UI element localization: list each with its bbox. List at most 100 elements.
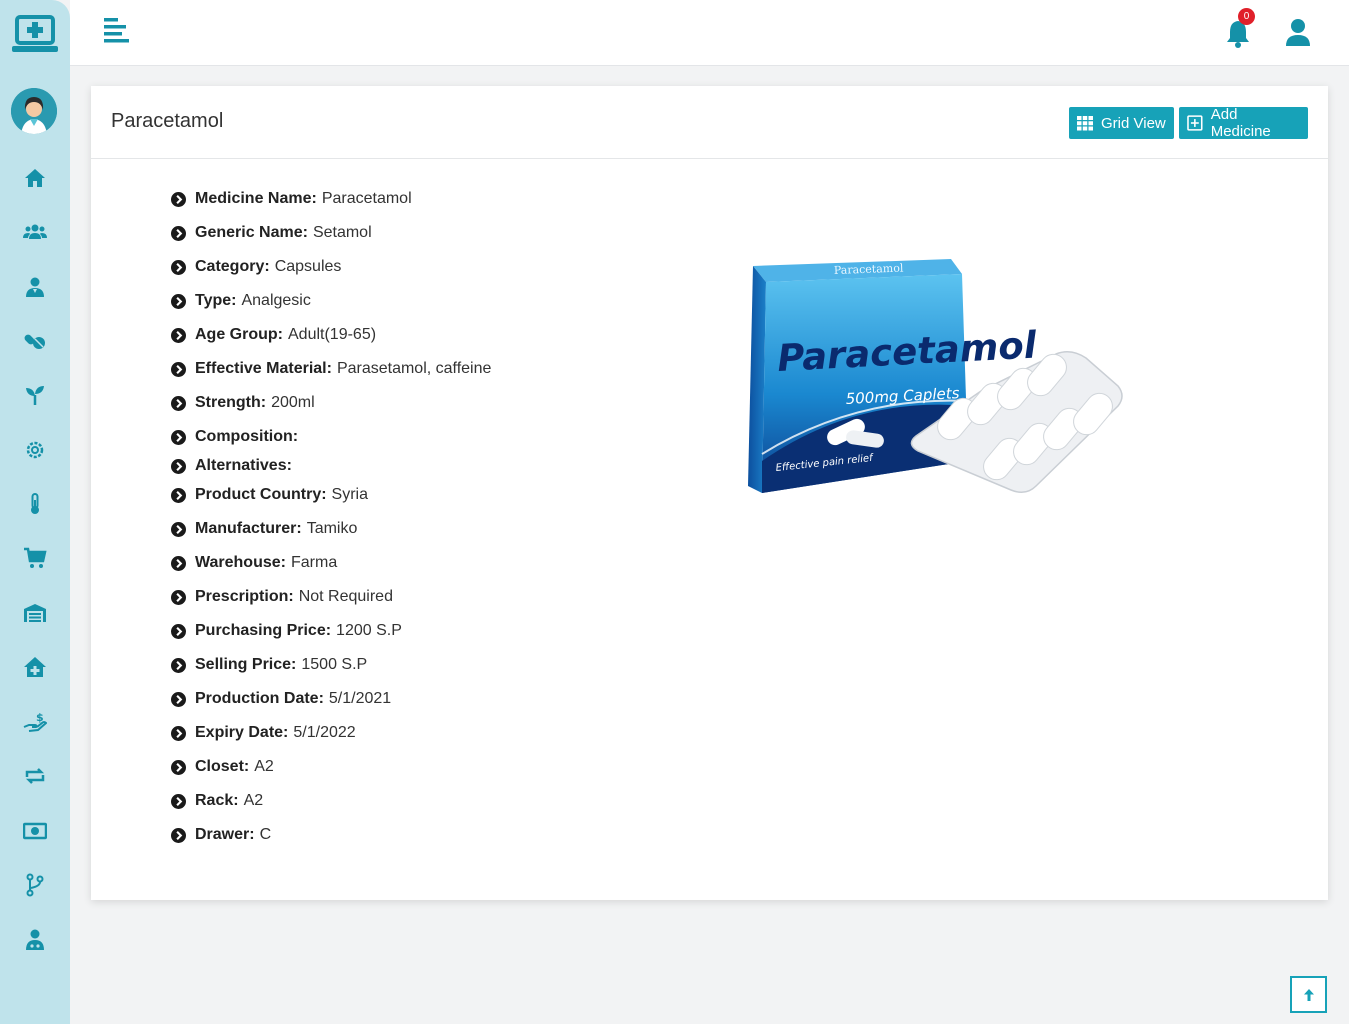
chevron-circle-right-icon [171,623,186,639]
card-header: Paracetamol Grid View Add Medicine [91,86,1328,159]
detail-value: Parasetamol, caffeine [336,360,492,377]
detail-label: Rack: [195,792,239,809]
chevron-circle-right-icon [171,725,186,741]
nav-pills[interactable] [18,324,52,358]
detail-value: A2 [254,758,274,775]
money-icon [23,822,47,840]
nav-exchange[interactable] [18,759,52,793]
pills-icon [24,334,45,349]
detail-row: Medicine Name: Paracetamol [171,190,412,208]
medicine-detail-card: Paracetamol Grid View Add Medicine Medic… [91,86,1328,900]
nav-payments[interactable]: $ [18,705,52,739]
chevron-circle-right-icon [171,225,186,241]
detail-row: Prescription: Not Required [171,588,393,606]
detail-label: Warehouse: [195,554,286,571]
arrow-up-icon [1303,988,1314,1001]
medicine-product-image: Paracetamol 500mg Caplets Effective pain… [748,259,1123,493]
detail-label: Drawer: [195,826,255,843]
detail-row: Selling Price: 1500 S.P [171,656,367,674]
detail-value: 200ml [271,394,315,411]
doctor-icon [26,277,44,297]
add-medicine-button[interactable]: Add Medicine [1179,106,1308,140]
detail-label: Product Country: [195,486,327,503]
detail-row: Generic Name: Setamol [171,224,372,242]
staff-icon [26,929,44,950]
detail-row: Production Date: 5/1/2021 [171,690,391,708]
chevron-circle-right-icon [171,429,186,445]
detail-label: Category: [195,258,270,275]
branch-icon [26,873,44,897]
detail-row: Drawer: C [171,826,271,844]
menu-toggle-icon[interactable] [104,18,132,44]
detail-value: Capsules [274,258,342,275]
nav-money[interactable] [18,814,52,848]
detail-value: Syria [331,486,368,503]
detail-label: Purchasing Price: [195,622,332,639]
detail-value: 1200 S.P [336,622,402,639]
nav-doctors[interactable] [18,270,52,304]
plus-square-icon [1187,115,1203,131]
exchange-icon [25,768,45,784]
detail-label: Alternatives: [195,457,292,474]
nav-herbal[interactable] [18,378,52,412]
detail-value: Tamiko [306,520,358,537]
nav-thermometer[interactable] [18,487,52,521]
chevron-circle-right-icon [171,657,186,673]
box-top-text: Paracetamol [834,262,904,277]
nav-staff[interactable] [18,923,52,957]
chevron-circle-right-icon [171,487,186,503]
detail-row: Effective Material: Parasetamol, caffeine [171,360,491,378]
nav-warehouse[interactable] [18,596,52,630]
detail-label: Composition: [195,428,299,445]
detail-value: C [259,826,272,843]
detail-row: Closet: A2 [171,758,274,776]
detail-label: Type: [195,292,237,309]
chevron-circle-right-icon [171,191,186,207]
grid-view-button[interactable]: Grid View [1069,107,1174,139]
nav-patients[interactable] [18,215,52,249]
chevron-circle-right-icon [171,793,186,809]
chevron-circle-right-icon [171,293,186,309]
detail-label: Closet: [195,758,250,775]
nav-cart[interactable] [18,541,52,575]
detail-row: Warehouse: Farma [171,554,337,572]
chevron-circle-right-icon [171,589,186,605]
chevron-circle-right-icon [171,691,186,707]
detail-label: Production Date: [195,690,324,707]
nav-home[interactable] [18,161,52,195]
notification-badge: 0 [1238,8,1255,25]
detail-value: 5/1/2021 [328,690,392,707]
home-icon [25,169,45,187]
payment-icon: $ [23,711,47,732]
page-title: Paracetamol [111,110,224,132]
nav-settings[interactable] [18,433,52,467]
chevron-circle-right-icon [171,555,186,571]
nav-branches[interactable] [18,868,52,902]
detail-value: Not Required [298,588,393,605]
medical-laptop-logo-icon[interactable] [12,14,58,56]
user-icon[interactable] [1284,18,1312,48]
detail-row: Expiry Date: 5/1/2022 [171,724,356,742]
detail-label: Medicine Name: [195,190,317,207]
chevron-circle-right-icon [171,759,186,775]
thermometer-icon [31,493,39,514]
detail-row: Type: Analgesic [171,292,311,310]
grid-view-label: Grid View [1101,114,1166,132]
chevron-circle-right-icon [171,827,186,843]
doctor-avatar[interactable] [11,88,57,134]
detail-row: Purchasing Price: 1200 S.P [171,622,402,640]
chevron-circle-right-icon [171,327,186,343]
nav-clinic[interactable] [18,650,52,684]
topbar: 0 [70,0,1349,66]
clinic-icon [24,657,46,677]
chevron-circle-right-icon [171,361,186,377]
detail-label: Age Group: [195,326,283,343]
detail-value: 5/1/2022 [293,724,356,741]
detail-value: Setamol [312,224,372,241]
detail-row: Product Country: Syria [171,486,368,504]
detail-value: Adult(19-65) [288,326,377,343]
detail-label: Generic Name: [195,224,308,241]
scroll-to-top-button[interactable] [1290,976,1327,1013]
cart-icon [24,547,47,568]
detail-value: Paracetamol [321,190,412,207]
